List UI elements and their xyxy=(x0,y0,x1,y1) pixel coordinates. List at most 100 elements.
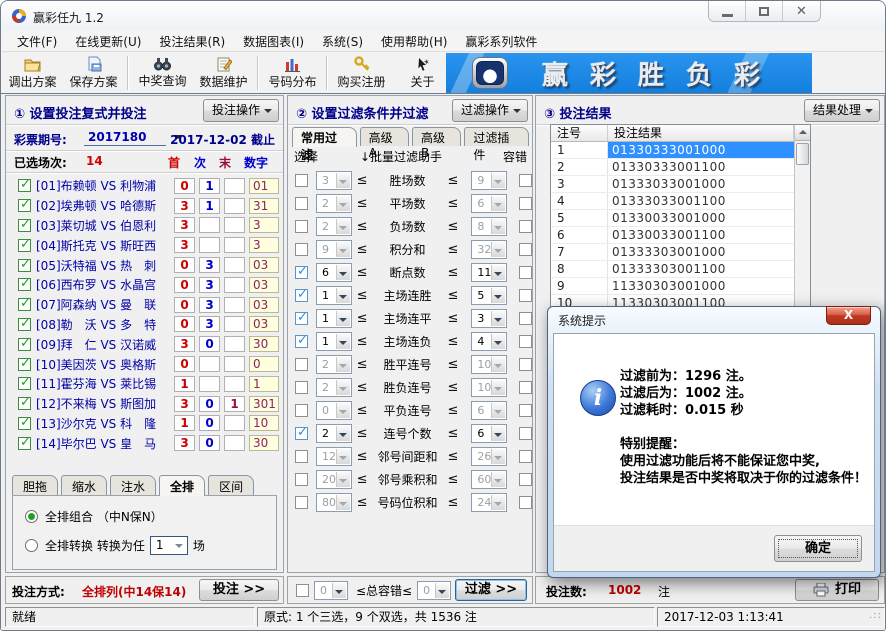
print-button[interactable]: 打印 xyxy=(795,579,879,601)
filter-min-select[interactable]: 0 xyxy=(316,401,352,420)
filter-max-select[interactable]: 9 xyxy=(471,171,507,190)
filter-min-select[interactable]: 20 xyxy=(316,470,352,489)
filter-enable-checkbox[interactable] xyxy=(295,450,308,463)
purchase-register-button[interactable]: 购买注册 xyxy=(331,53,392,93)
filter-ops-dropdown-button[interactable]: 过滤操作 xyxy=(452,99,528,122)
filter-tolerance-checkbox[interactable] xyxy=(519,174,532,187)
filter-min-select[interactable]: 2 xyxy=(316,217,352,236)
filter-max-select[interactable]: 10 xyxy=(471,355,507,374)
match-checkbox[interactable] xyxy=(18,278,31,291)
filter-min-select[interactable]: 3 xyxy=(316,171,352,190)
match-row[interactable]: [05]沃特福 VS 热 刺 0 3 03 xyxy=(6,255,283,275)
filter-tolerance-checkbox[interactable] xyxy=(519,381,532,394)
filter-min-select[interactable]: 2 xyxy=(316,378,352,397)
tolerance-min-select[interactable]: 0 xyxy=(314,581,348,600)
match-checkbox[interactable] xyxy=(18,199,31,212)
match-checkbox[interactable] xyxy=(18,338,31,351)
bet-mode-tab[interactable]: 全排 xyxy=(159,475,205,496)
digits-field[interactable]: 03 xyxy=(249,316,279,332)
filter-max-select[interactable]: 60 xyxy=(471,470,507,489)
digits-field[interactable]: 30 xyxy=(249,336,279,352)
filter-tolerance-checkbox[interactable] xyxy=(519,266,532,279)
match-row[interactable]: [13]沙尔克 VS 科 隆 1 0 10 xyxy=(6,414,283,434)
prize-query-button[interactable]: 中奖查询 xyxy=(132,53,193,93)
filter-enable-checkbox[interactable] xyxy=(295,197,308,210)
filter-min-select[interactable]: 12 xyxy=(316,447,352,466)
minimize-button[interactable] xyxy=(709,1,746,21)
bet-mode-tab[interactable]: 缩水 xyxy=(61,475,107,495)
convert-count-select[interactable]: 1 xyxy=(150,536,188,555)
match-row[interactable]: [06]西布罗 VS 水晶宫 0 3 03 xyxy=(6,275,283,295)
filter-min-select[interactable]: 2 xyxy=(316,194,352,213)
data-maintain-button[interactable]: 数据维护 xyxy=(193,53,254,93)
column-bet-number[interactable]: 注号 xyxy=(551,125,608,141)
filter-button[interactable]: 过滤 >> xyxy=(455,579,527,601)
filter-min-select[interactable]: 1 xyxy=(316,309,352,328)
table-row[interactable]: 3 01333033001000 xyxy=(551,176,794,193)
menu-item[interactable]: 投注结果(R) xyxy=(150,31,234,52)
filter-tolerance-checkbox[interactable] xyxy=(519,197,532,210)
digits-field[interactable]: 3 xyxy=(249,237,279,253)
bet-mode-tab[interactable]: 胆拖 xyxy=(12,475,58,495)
filter-max-select[interactable]: 6 xyxy=(471,194,507,213)
match-row[interactable]: [01]布赖顿 VS 利物浦 0 1 01 xyxy=(6,176,283,196)
bet-ops-dropdown-button[interactable]: 投注操作 xyxy=(203,99,279,122)
menu-item[interactable]: 系统(S) xyxy=(313,31,372,52)
match-row[interactable]: [04]斯托克 VS 斯旺西 3 3 xyxy=(6,235,283,255)
period-select[interactable]: 2017180 xyxy=(84,129,166,146)
match-checkbox[interactable] xyxy=(18,318,31,331)
table-row[interactable]: 4 01333033001100 xyxy=(551,193,794,210)
filter-tolerance-checkbox[interactable] xyxy=(519,404,532,417)
filter-min-select[interactable]: 6 xyxy=(316,263,352,282)
match-row[interactable]: [14]毕尔巴 VS 皇 马 3 0 30 xyxy=(6,433,283,453)
filter-tolerance-checkbox[interactable] xyxy=(519,358,532,371)
filter-tab[interactable]: 高级B xyxy=(412,127,461,146)
filter-tolerance-checkbox[interactable] xyxy=(519,450,532,463)
digits-field[interactable]: 01 xyxy=(249,178,279,194)
match-row[interactable]: [12]不来梅 VS 斯图加 3 0 1 301 xyxy=(6,394,283,414)
filter-tab[interactable]: 高级A xyxy=(360,127,409,146)
filter-max-select[interactable]: 3 xyxy=(471,309,507,328)
filter-enable-checkbox[interactable] xyxy=(295,404,308,417)
match-row[interactable]: [10]美因茨 VS 奥格斯 0 0 xyxy=(6,354,283,374)
radio-selected-icon[interactable] xyxy=(25,510,38,523)
menu-item[interactable]: 使用帮助(H) xyxy=(372,31,456,52)
scroll-up-button[interactable] xyxy=(795,125,810,141)
filter-max-select[interactable]: 4 xyxy=(471,332,507,351)
match-checkbox[interactable] xyxy=(18,437,31,450)
filter-enable-checkbox[interactable] xyxy=(295,289,308,302)
filter-tolerance-checkbox[interactable] xyxy=(519,473,532,486)
batch-helper-label[interactable]: ↓批量过滤助手 xyxy=(360,148,442,165)
about-button[interactable]: 关于 xyxy=(392,53,453,93)
menu-item[interactable]: 赢彩系列软件 xyxy=(456,31,546,52)
ok-button[interactable]: 确定 xyxy=(774,535,862,562)
menu-item[interactable]: 在线更新(U) xyxy=(66,31,150,52)
close-button[interactable]: ✕ xyxy=(783,1,820,21)
digits-field[interactable]: 301 xyxy=(249,396,279,412)
filter-max-select[interactable]: 5 xyxy=(471,286,507,305)
filter-max-select[interactable]: 8 xyxy=(471,217,507,236)
filter-max-select[interactable]: 6 xyxy=(471,424,507,443)
open-plan-button[interactable]: 调出方案 xyxy=(2,53,63,93)
match-checkbox[interactable] xyxy=(18,179,31,192)
digits-field[interactable]: 10 xyxy=(249,415,279,431)
table-row[interactable]: 6 01330033001100 xyxy=(551,227,794,244)
filter-enable-checkbox[interactable] xyxy=(295,220,308,233)
filter-enable-checkbox[interactable] xyxy=(295,174,308,187)
maximize-button[interactable] xyxy=(746,1,783,21)
match-row[interactable]: [02]埃弗顿 VS 哈德斯 3 1 31 xyxy=(6,196,283,216)
menu-item[interactable]: 文件(F) xyxy=(8,31,66,52)
total-tolerance-checkbox[interactable] xyxy=(296,584,309,597)
filter-min-select[interactable]: 2 xyxy=(316,355,352,374)
convert-option[interactable]: 全排转换 转换为任 1 场 xyxy=(25,536,205,555)
radio-unselected-icon[interactable] xyxy=(25,539,38,552)
filter-tolerance-checkbox[interactable] xyxy=(519,243,532,256)
tolerance-max-select[interactable]: 0 xyxy=(417,581,451,600)
filter-max-select[interactable]: 26 xyxy=(471,447,507,466)
filter-enable-checkbox[interactable] xyxy=(295,358,308,371)
filter-enable-checkbox[interactable] xyxy=(295,312,308,325)
digits-field[interactable]: 30 xyxy=(249,435,279,451)
filter-tolerance-checkbox[interactable] xyxy=(519,289,532,302)
full-combo-option[interactable]: 全排组合 （中N保N） xyxy=(25,508,163,525)
filter-max-select[interactable]: 240 xyxy=(471,493,507,512)
